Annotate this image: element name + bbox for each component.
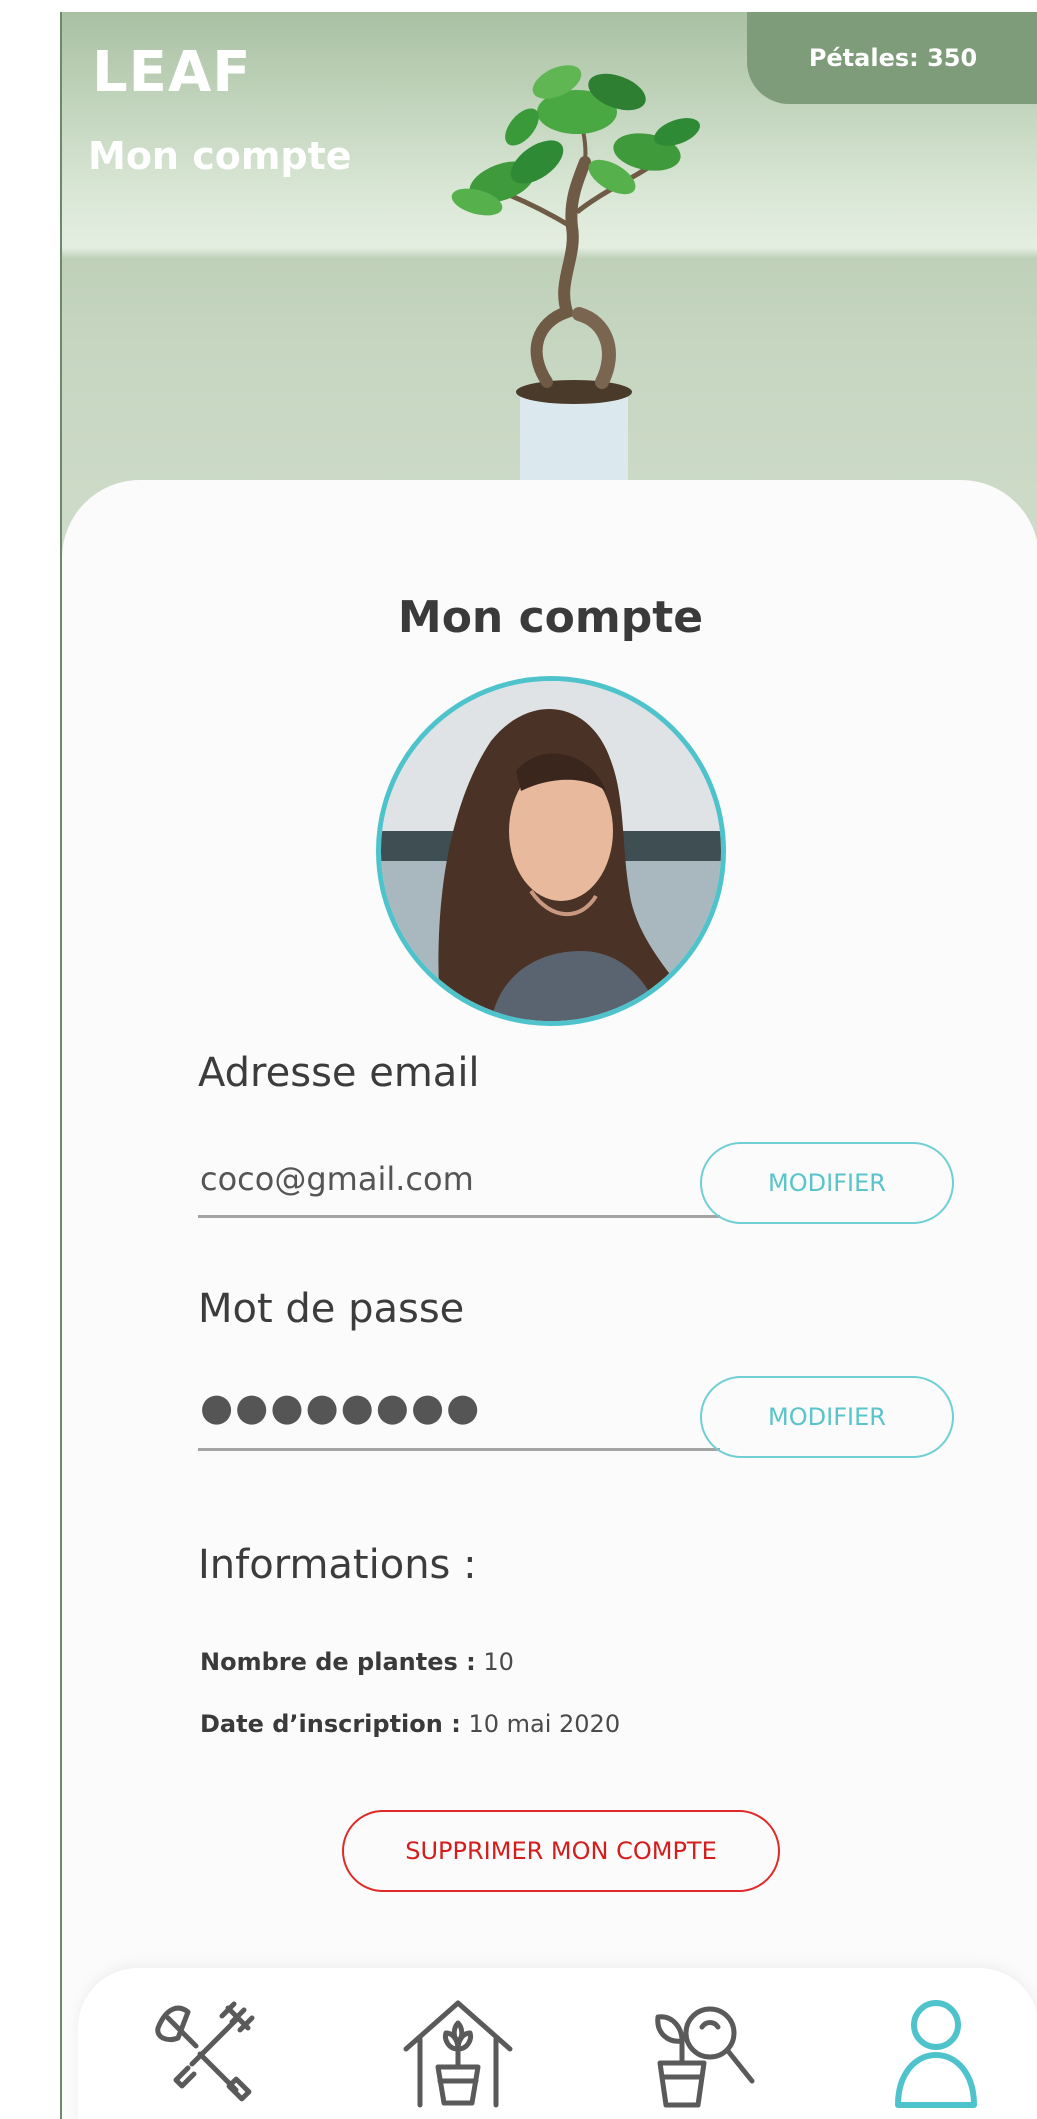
page-subtitle: Mon compte [88,134,352,178]
signup-date-value: 10 mai 2020 [468,1710,621,1738]
plant-search-icon [655,2006,755,2108]
delete-account-button[interactable]: SUPPRIMER MON COMPTE [342,1810,780,1892]
plants-count-label: Nombre de plantes : [200,1648,476,1676]
password-value: ●●●●●●●● [200,1385,482,1429]
bonsai-plant-image [451,65,700,502]
signup-date-label: Date d’inscription : [200,1710,461,1738]
email-value: coco@gmail.com [200,1160,474,1198]
card-title: Mon compte [397,592,704,643]
tab-profile[interactable] [876,1988,996,2118]
plants-count-line: Nombre de plantes : 10 [200,1648,514,1676]
tab-my-plants[interactable] [398,1988,518,2118]
tab-garden-tools[interactable] [148,1988,268,2118]
edit-email-button[interactable]: MODIFIER [700,1142,954,1224]
signup-date-line: Date d’inscription : 10 mai 2020 [200,1710,620,1738]
email-field[interactable]: coco@gmail.com [198,1140,720,1218]
email-label: Adresse email [198,1050,480,1096]
app-screen: LEAF Mon compte Pétales: 350 Mon compte … [60,12,1037,2119]
tab-plant-search[interactable] [640,1988,760,2118]
plant-house-icon [403,2000,513,2108]
password-field[interactable]: ●●●●●●●● [198,1373,720,1451]
account-card: Mon compte Adresse email coco@gmail.com … [62,480,1037,2119]
bottom-tab-bar [78,1968,1037,2119]
garden-tools-icon [155,2001,255,2102]
password-label: Mot de passe [198,1286,465,1332]
petals-counter: Pétales: 350 [747,12,1037,104]
info-title: Informations : [198,1542,477,1588]
user-profile-icon [895,2000,977,2108]
profile-photo [381,681,721,1021]
edit-password-button[interactable]: MODIFIER [700,1376,954,1458]
avatar[interactable] [376,676,726,1026]
plants-count-value: 10 [483,1648,514,1676]
app-logo: LEAF [92,40,252,105]
